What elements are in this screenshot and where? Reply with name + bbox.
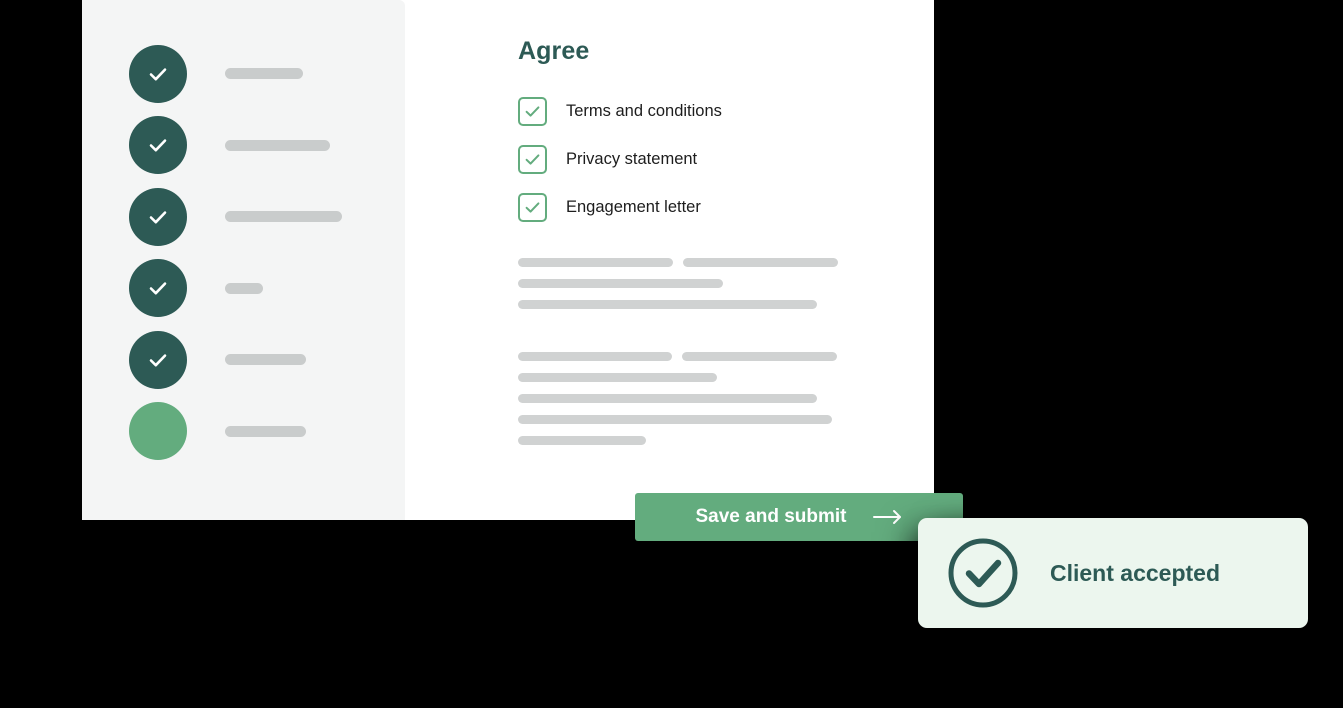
agreement-row[interactable]: Privacy statement bbox=[518, 136, 934, 184]
placeholder-line bbox=[518, 257, 934, 267]
agreement-label: Terms and conditions bbox=[566, 102, 722, 121]
step-circle-complete[interactable] bbox=[129, 44, 187, 103]
check-icon bbox=[525, 202, 540, 213]
page-title: Agree bbox=[518, 37, 590, 65]
arrow-right-icon bbox=[872, 509, 903, 525]
placeholder-line bbox=[518, 414, 934, 424]
placeholder-line bbox=[518, 372, 934, 382]
step-row[interactable] bbox=[129, 181, 405, 253]
step-circle-complete[interactable] bbox=[129, 259, 187, 318]
check-icon bbox=[149, 282, 167, 295]
step-circle-complete[interactable] bbox=[129, 330, 187, 389]
placeholder-paragraph bbox=[518, 351, 934, 445]
placeholder-bar bbox=[518, 435, 646, 445]
placeholder-bar bbox=[683, 257, 838, 267]
application-window: Agree Terms and conditions Privacy statem… bbox=[82, 0, 934, 520]
agreement-label: Privacy statement bbox=[566, 150, 698, 169]
screen-background: Agree Terms and conditions Privacy statem… bbox=[0, 0, 1343, 708]
check-circle-icon bbox=[945, 535, 1021, 611]
placeholder-bar bbox=[518, 351, 672, 361]
placeholder-text-area bbox=[518, 257, 934, 445]
agreement-label: Engagement letter bbox=[566, 198, 701, 217]
step-row[interactable] bbox=[129, 38, 405, 110]
check-icon bbox=[525, 106, 540, 117]
placeholder-bar bbox=[518, 393, 817, 403]
step-list bbox=[129, 38, 405, 467]
client-accepted-label: Client accepted bbox=[1050, 559, 1220, 586]
placeholder-line bbox=[518, 299, 934, 309]
check-icon bbox=[149, 139, 167, 152]
placeholder-paragraph bbox=[518, 257, 934, 309]
content-pane: Agree Terms and conditions Privacy statem… bbox=[405, 0, 934, 520]
step-label-placeholder bbox=[225, 354, 306, 366]
placeholder-bar bbox=[682, 351, 837, 361]
step-label-placeholder bbox=[225, 282, 263, 294]
step-row[interactable] bbox=[129, 110, 405, 182]
agreement-checkbox[interactable] bbox=[518, 193, 547, 222]
step-circle-current[interactable] bbox=[129, 402, 187, 461]
check-icon bbox=[149, 354, 167, 367]
check-icon bbox=[149, 211, 167, 224]
save-and-submit-button[interactable]: Save and submit bbox=[635, 493, 963, 541]
step-label-placeholder bbox=[225, 211, 342, 223]
save-and-submit-label: Save and submit bbox=[695, 506, 847, 527]
agreement-checkbox-list: Terms and conditions Privacy statement Eng… bbox=[518, 88, 934, 232]
placeholder-line bbox=[518, 278, 934, 288]
step-label-placeholder bbox=[225, 139, 330, 151]
agreement-checkbox[interactable] bbox=[518, 145, 547, 174]
step-circle-complete[interactable] bbox=[129, 116, 187, 175]
step-circle-complete[interactable] bbox=[129, 187, 187, 246]
step-row[interactable] bbox=[129, 324, 405, 396]
step-row[interactable] bbox=[129, 396, 405, 468]
client-accepted-toast: Client accepted bbox=[918, 518, 1308, 628]
step-row[interactable] bbox=[129, 253, 405, 325]
placeholder-line bbox=[518, 393, 934, 403]
placeholder-bar bbox=[518, 372, 717, 382]
step-label-placeholder bbox=[225, 68, 303, 80]
placeholder-bar bbox=[518, 414, 832, 424]
placeholder-bar bbox=[518, 299, 817, 309]
agreement-checkbox[interactable] bbox=[518, 97, 547, 126]
placeholder-line bbox=[518, 435, 934, 445]
sidebar-step-progress bbox=[82, 0, 405, 520]
agreement-row[interactable]: Terms and conditions bbox=[518, 88, 934, 136]
placeholder-bar bbox=[518, 257, 673, 267]
check-icon bbox=[525, 154, 540, 165]
step-label-placeholder bbox=[225, 425, 306, 437]
placeholder-bar bbox=[518, 278, 723, 288]
check-icon bbox=[149, 68, 167, 81]
agreement-row[interactable]: Engagement letter bbox=[518, 184, 934, 232]
placeholder-line bbox=[518, 351, 934, 361]
